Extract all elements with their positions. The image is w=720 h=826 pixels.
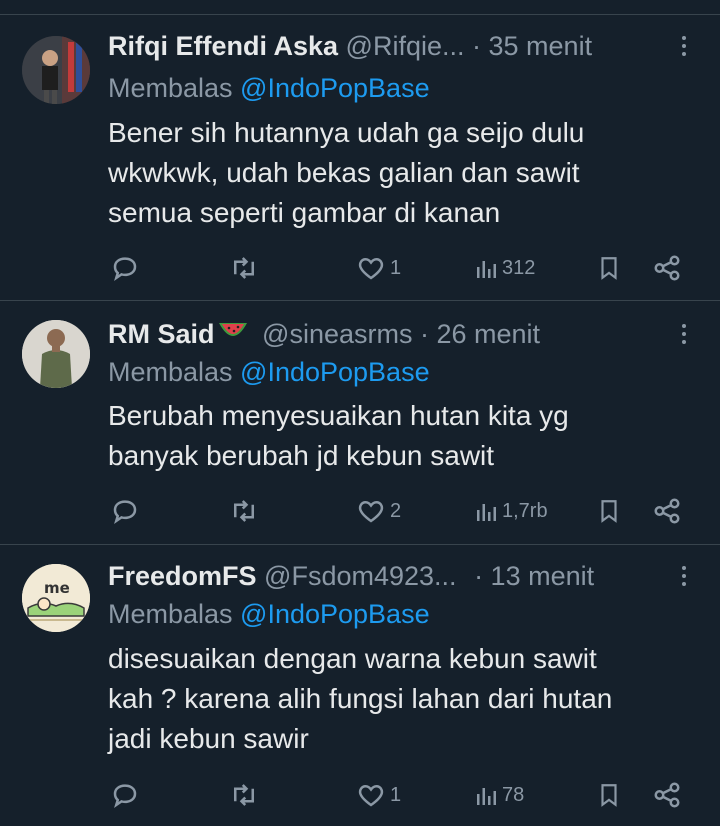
timestamp[interactable]: · 13 menit [474,561,594,591]
tweet[interactable]: RM Said @sineasrms · 26 menit Membalas @… [0,316,720,545]
more-icon[interactable] [674,558,694,594]
share-button[interactable] [652,250,682,286]
action-bar: 2 1,7rb [0,493,720,529]
tweet-text: Berubah menyesuaikan hutan kita yg banya… [108,396,698,476]
user-handle[interactable]: @Rifqie... [346,31,465,61]
bookmark-button[interactable] [596,493,622,529]
reply-mention[interactable]: @IndoPopBase [240,357,430,387]
avatar-text: me [44,579,70,597]
view-count: 1,7rb [502,499,548,522]
display-name[interactable]: Rifqi Effendi Aska [108,31,338,61]
reply-button[interactable] [110,777,140,813]
views-button[interactable]: 78 [474,777,524,813]
share-icon [654,498,680,524]
tweet-header: Rifqi Effendi Aska @Rifqie... · 35 menit [108,28,592,64]
like-count: 2 [390,499,402,522]
tweet-text-line: Bener sih hutannya udah ga seijo dulu [108,117,585,148]
tweet-text-line: disesuaikan dengan warna kebun sawit [108,643,597,674]
action-bar: 1 312 [0,250,720,286]
like-button[interactable]: 2 [356,493,401,529]
retweet-icon [234,257,254,279]
tweet-text-line: kah ? karena alih fungsi lahan dari huta… [108,683,613,714]
reply-prefix: Membalas [108,73,241,103]
tweet[interactable]: Rifqi Effendi Aska @Rifqie... · 35 menit… [0,28,720,301]
reply-button[interactable] [110,250,140,286]
avatar[interactable]: me [22,564,90,632]
views-icon [477,261,496,278]
bookmark-icon [601,784,617,807]
tweet-divider [0,544,720,545]
display-name[interactable]: RM Said [108,319,215,349]
reply-context: Membalas @IndoPopBase [108,596,430,632]
reply-context: Membalas @IndoPopBase [108,354,430,390]
bookmark-icon [601,257,617,280]
reply-context: Membalas @IndoPopBase [108,70,430,106]
like-count: 1 [390,256,402,279]
heart-icon [358,784,384,807]
share-button[interactable] [652,493,682,529]
retweet-icon [234,500,254,522]
tweet-text-line: jadi kebun sawir [108,723,309,754]
views-button[interactable]: 312 [474,250,535,286]
views-icon [477,504,496,521]
reply-button[interactable] [110,493,140,529]
top-divider [0,14,720,15]
tweet-header: RM Said @sineasrms · 26 menit [108,316,540,352]
retweet-button[interactable] [228,777,260,813]
like-button[interactable]: 1 [356,250,401,286]
action-bar: 1 78 [0,777,720,813]
tweet-header: FreedomFS @Fsdom4923... · 13 menit [108,558,594,594]
share-icon [654,782,680,808]
bookmark-button[interactable] [596,777,622,813]
retweet-icon [234,784,254,806]
display-name[interactable]: FreedomFS [108,561,257,591]
like-button[interactable]: 1 [356,777,401,813]
heart-icon [358,500,384,523]
like-count: 1 [390,783,402,806]
more-icon[interactable] [674,316,694,352]
avatar[interactable] [22,320,90,388]
more-icon[interactable] [674,28,694,64]
reply-icon [113,784,137,809]
reply-icon [113,500,137,525]
reply-mention[interactable]: @IndoPopBase [240,599,430,629]
share-button[interactable] [652,777,682,813]
views-button[interactable]: 1,7rb [474,493,548,529]
views-icon [477,788,496,805]
share-icon [654,255,680,281]
timestamp[interactable]: · 26 menit [420,319,540,349]
timestamp[interactable]: · 35 menit [472,31,592,61]
tweet-text: Bener sih hutannya udah ga seijo dulu wk… [108,113,698,233]
reply-icon [113,257,137,282]
tweet[interactable]: me FreedomFS @Fsdom4923... · 13 menit Me… [0,558,720,826]
user-handle[interactable]: @Fsdom4923... [264,561,457,591]
reply-mention[interactable]: @IndoPopBase [240,73,430,103]
tweet-text-line: Berubah menyesuaikan hutan kita yg [108,400,569,431]
heart-icon [358,257,384,280]
bookmark-icon [601,500,617,523]
reply-prefix: Membalas [108,357,241,387]
view-count: 312 [502,256,536,279]
tweet-text: disesuaikan dengan warna kebun sawit kah… [108,639,698,759]
tweet-text-line: banyak berubah jd kebun sawit [108,440,495,471]
view-count: 78 [502,783,525,806]
tweet-text-line: semua seperti gambar di kanan [108,197,501,228]
retweet-button[interactable] [228,493,260,529]
tweet-text-line: wkwkwk, udah bekas galian dan sawit [108,157,580,188]
bookmark-button[interactable] [596,250,622,286]
avatar[interactable] [22,36,90,104]
reply-prefix: Membalas [108,599,241,629]
tweet-divider [0,300,720,301]
watermelon-emoji [217,318,249,354]
user-handle[interactable]: @sineasrms [262,319,412,349]
retweet-button[interactable] [228,250,260,286]
